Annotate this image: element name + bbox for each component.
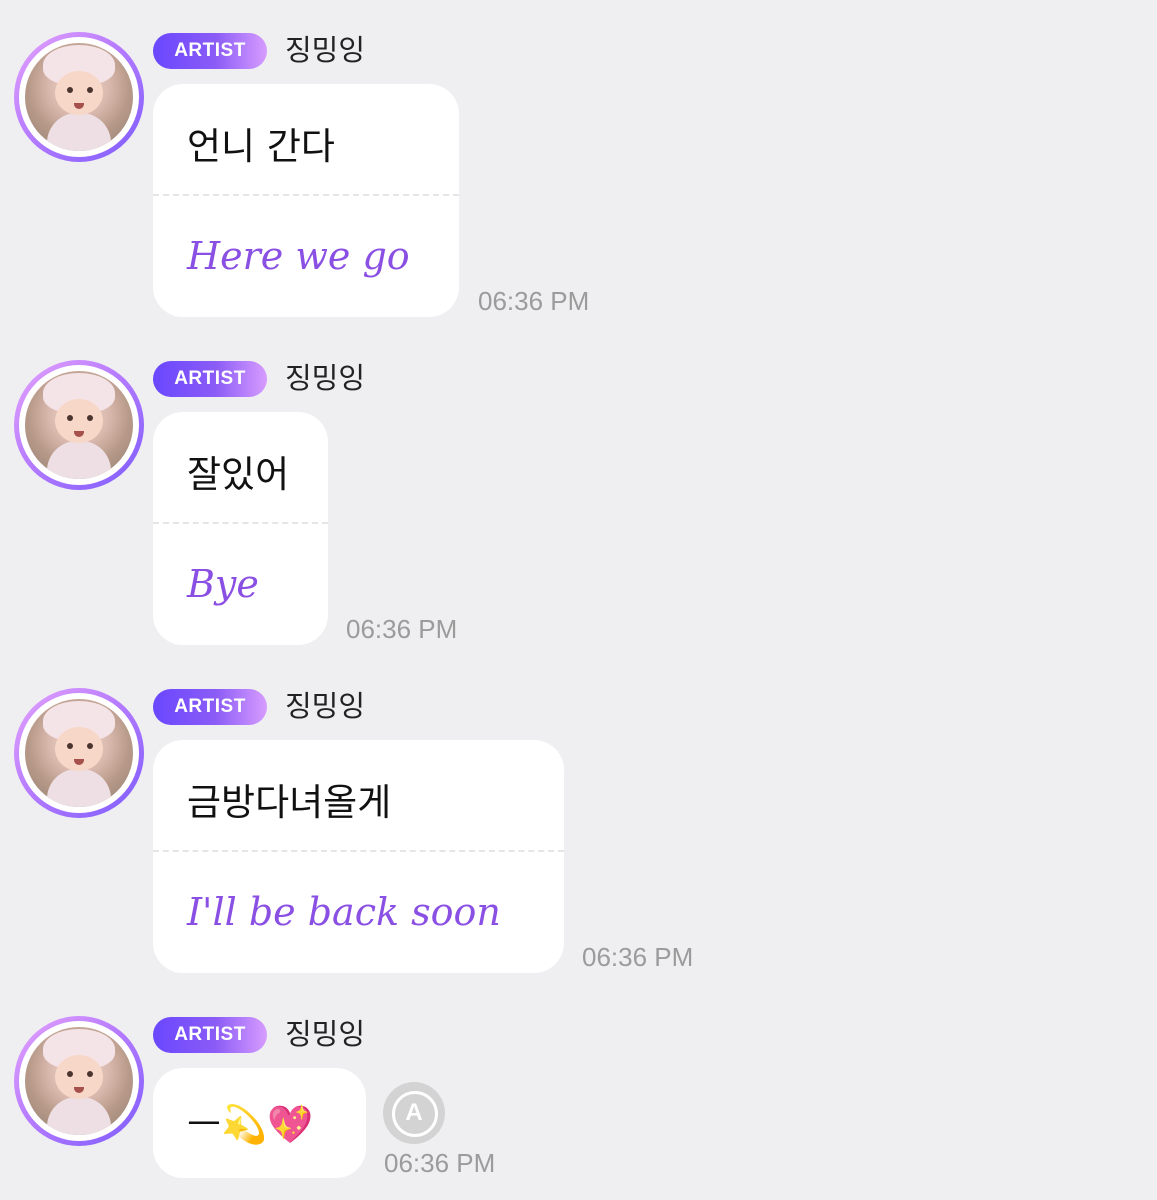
chat-message: ARTIST 징밍잉 금방다녀올게 I'll be back soon 06:3… <box>0 656 1157 986</box>
avatar[interactable] <box>14 688 144 818</box>
translated-text: Bye <box>187 562 259 606</box>
message-bubble[interactable]: 잘있어 Bye <box>153 412 328 645</box>
original-text: 언니 간다 <box>187 125 335 168</box>
avatar-photo <box>25 43 133 151</box>
artist-badge: ARTIST <box>153 33 267 69</box>
chat-message: ARTIST 징밍잉 ㅡ💫💖 A 06:36 PM <box>0 984 1157 1200</box>
message-bubble[interactable]: ㅡ💫💖 <box>153 1068 366 1178</box>
divider <box>153 850 564 852</box>
timestamp: 06:36 PM <box>478 286 590 316</box>
avatar[interactable] <box>14 360 144 490</box>
original-text: 금방다녀올게 <box>187 781 392 824</box>
divider <box>153 522 328 524</box>
translated-text: I'll be back soon <box>187 890 501 934</box>
timestamp: 06:36 PM <box>582 942 694 972</box>
artist-badge: ARTIST <box>153 1017 267 1053</box>
avatar-photo <box>25 1027 133 1135</box>
chat-message: ARTIST 징밍잉 잘있어 Bye 06:36 PM <box>0 328 1157 658</box>
artist-badge: ARTIST <box>153 689 267 725</box>
message-bubble[interactable]: 언니 간다 Here we go <box>153 84 459 317</box>
artist-badge: ARTIST <box>153 361 267 397</box>
chat-message: ARTIST 징밍잉 언니 간다 Here we go 06:36 PM <box>0 0 1157 330</box>
original-text: 잘있어 <box>187 453 290 496</box>
timestamp: 06:36 PM <box>346 614 458 644</box>
avatar[interactable] <box>14 1016 144 1146</box>
sender-name: 징밍잉 <box>285 1017 366 1051</box>
sender-name: 징밍잉 <box>285 361 366 395</box>
original-text: ㅡ💫💖 <box>187 1103 314 1146</box>
sender-name: 징밍잉 <box>285 689 366 723</box>
translate-button[interactable]: A <box>383 1082 445 1144</box>
avatar-photo <box>25 371 133 479</box>
timestamp: 06:36 PM <box>384 1148 496 1178</box>
sender-name: 징밍잉 <box>285 33 366 67</box>
avatar-photo <box>25 699 133 807</box>
avatar[interactable] <box>14 32 144 162</box>
translated-text: Here we go <box>187 234 410 278</box>
divider <box>153 194 459 196</box>
message-bubble[interactable]: 금방다녀올게 I'll be back soon <box>153 740 564 973</box>
